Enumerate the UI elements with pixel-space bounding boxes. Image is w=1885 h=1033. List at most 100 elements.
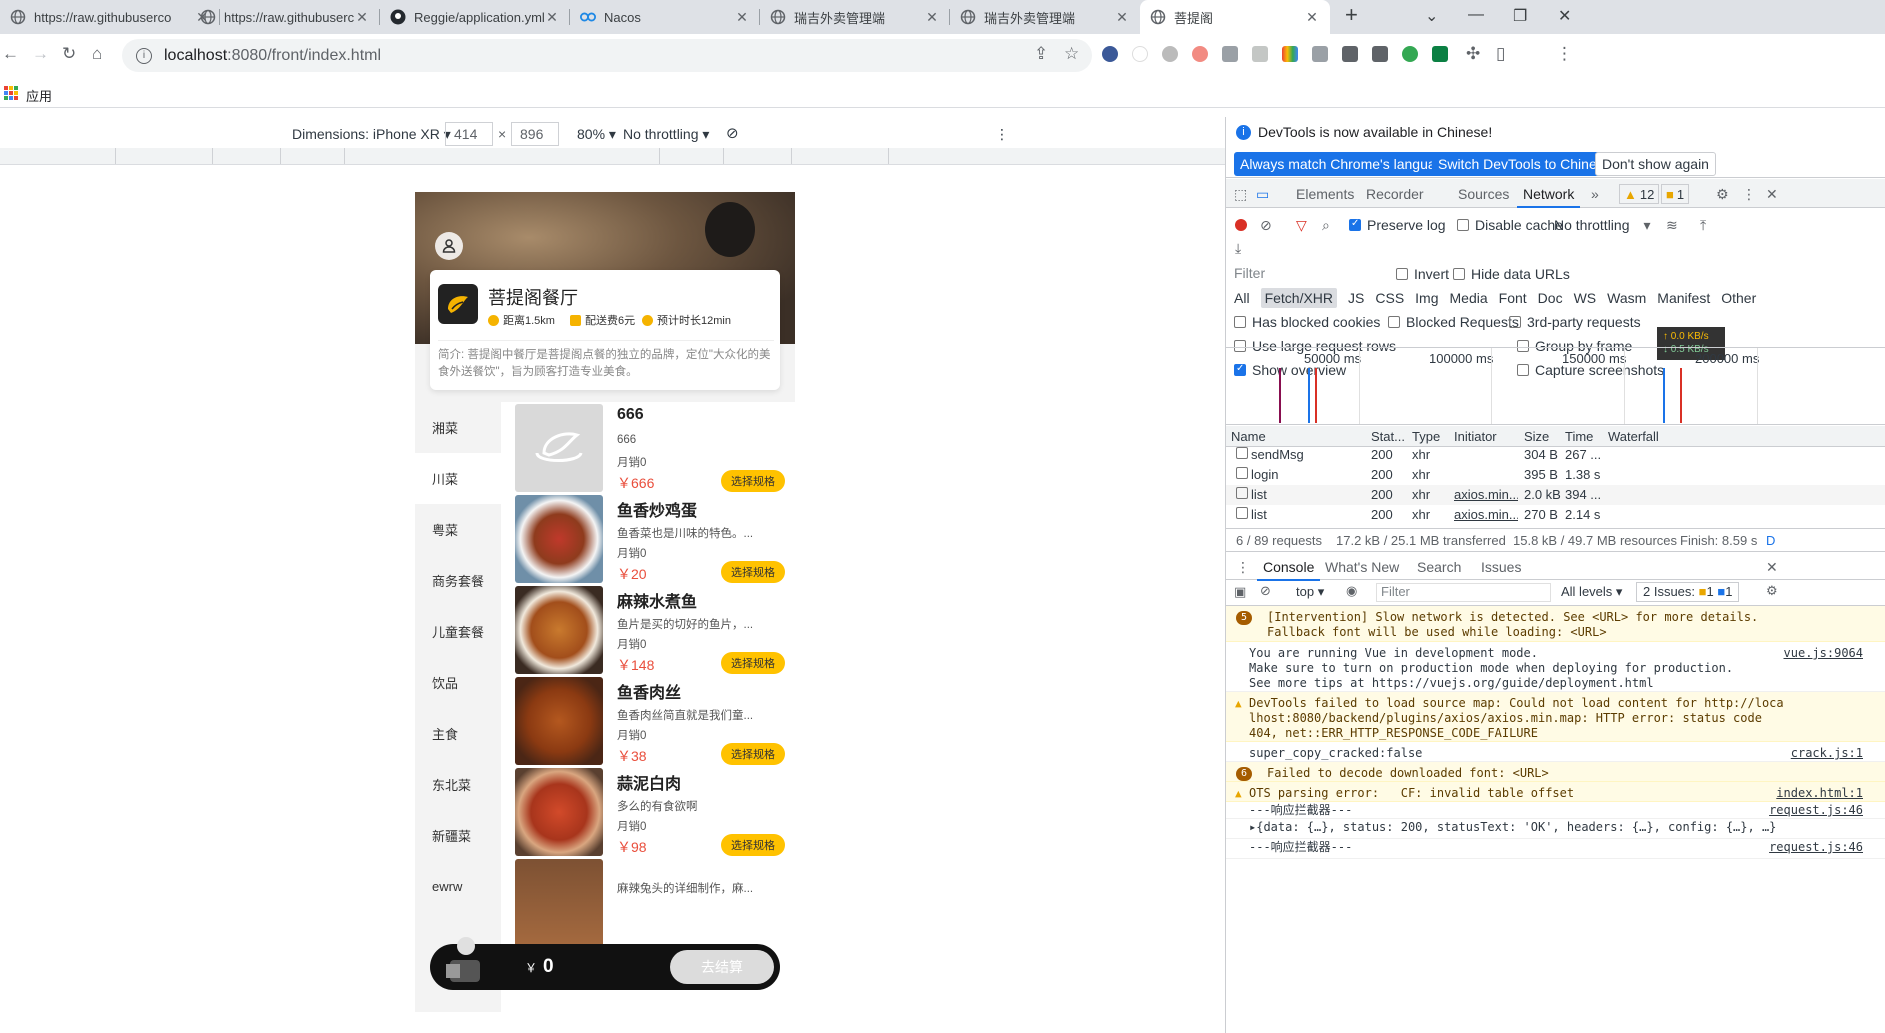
console-message-warning[interactable]: ▲ DevTools failed to load source map: Co… (1226, 692, 1885, 742)
new-tab-button[interactable]: + (1345, 2, 1358, 28)
tab-network[interactable]: Network (1516, 186, 1581, 208)
type-filter[interactable]: CSS (1375, 290, 1404, 306)
column-header[interactable]: Time (1565, 429, 1593, 444)
side-panel-icon[interactable]: ▯ (1496, 44, 1505, 64)
device-height-input[interactable]: 896 (511, 122, 559, 146)
close-icon[interactable]: ✕ (924, 9, 940, 26)
column-header[interactable]: Type (1412, 429, 1440, 444)
settings-gear-icon[interactable]: ⚙ (1716, 186, 1729, 203)
more-tabs-icon[interactable]: » (1591, 186, 1599, 202)
vue-devtools-icon[interactable] (1432, 46, 1448, 62)
rotate-icon[interactable]: ⊘ (726, 124, 739, 142)
extension-icon[interactable] (1342, 46, 1358, 62)
category-item[interactable]: ewrw (415, 861, 501, 912)
select-spec-button[interactable]: 选择规格 (721, 652, 785, 674)
source-link[interactable]: vue.js:9064 (1784, 646, 1863, 661)
site-info-icon[interactable]: i (136, 47, 152, 64)
clear-icon[interactable]: ⊘ (1260, 217, 1272, 234)
select-spec-button[interactable]: 选择规格 (721, 561, 785, 583)
browser-tab[interactable]: https://raw.githubuserco ✕ (0, 0, 220, 34)
dish-item[interactable]: 蒜泥白肉 多么的有食欲啊 月销0 ￥98 选择规格 (515, 768, 785, 856)
browser-tab-active[interactable]: 菩提阁 ✕ (1140, 0, 1330, 34)
type-filter[interactable]: Doc (1538, 290, 1563, 306)
window-close-icon[interactable]: ✕ (1558, 6, 1571, 26)
extension-icon[interactable] (1222, 46, 1238, 62)
category-item[interactable]: 儿童套餐 (415, 606, 501, 657)
type-filter[interactable]: Wasm (1607, 290, 1646, 306)
tab-search[interactable]: Search (1417, 559, 1461, 575)
third-party-checkbox[interactable]: 3rd-party requests (1509, 314, 1641, 330)
cart-icon[interactable] (442, 932, 486, 988)
type-filter[interactable]: Manifest (1657, 290, 1710, 306)
type-filter[interactable]: Font (1499, 290, 1527, 306)
filter-funnel-icon[interactable]: ▽ (1296, 217, 1307, 234)
category-item[interactable]: 主食 (415, 708, 501, 759)
dont-show-button[interactable]: Don't show again (1595, 152, 1716, 176)
close-icon[interactable]: ✕ (734, 9, 750, 26)
extension-icon[interactable] (1102, 46, 1118, 62)
devtools-menu-icon[interactable]: ⋮ (1742, 186, 1756, 203)
switch-chinese-button[interactable]: Switch DevTools to Chinese (1432, 152, 1618, 176)
match-language-button[interactable]: Always match Chrome's language (1234, 152, 1458, 176)
extension-icon[interactable] (1402, 46, 1418, 62)
inspect-icon[interactable]: ⬚ (1234, 186, 1247, 203)
tab-issues[interactable]: Issues (1481, 559, 1521, 575)
close-icon[interactable]: ✕ (1114, 9, 1130, 26)
request-row[interactable]: list 200 xhr axios.min.... 2.0 kB 394 ... (1226, 485, 1885, 505)
preserve-log-checkbox[interactable]: Preserve log (1349, 217, 1446, 233)
sidebar-toggle-icon[interactable]: ▣ (1234, 584, 1246, 600)
tab-sources[interactable]: Sources (1458, 186, 1509, 202)
network-filter-input[interactable]: Filter (1232, 265, 1384, 284)
source-link[interactable]: request.js:46 (1769, 803, 1863, 818)
console-settings-gear-icon[interactable]: ⚙ (1766, 583, 1778, 599)
console-message-log[interactable]: super_copy_cracked:false crack.js:1 (1226, 742, 1885, 762)
apps-grid-icon[interactable] (4, 86, 18, 100)
category-item[interactable]: 粤菜 (415, 504, 501, 555)
type-filter-selected[interactable]: Fetch/XHR (1260, 288, 1338, 308)
browser-tab[interactable]: 瑞吉外卖管理端 ✕ (950, 0, 1140, 34)
media-query-ruler[interactable] (0, 148, 1225, 165)
category-item[interactable]: 东北菜 (415, 759, 501, 810)
category-item[interactable]: 商务套餐 (415, 555, 501, 606)
request-row[interactable]: sendMsg 200 xhr 304 B 267 ... (1226, 445, 1885, 465)
type-filter[interactable]: WS (1574, 290, 1597, 306)
puzzle-icon[interactable]: ✣ (1466, 44, 1480, 64)
column-header[interactable]: Stat... (1371, 429, 1405, 444)
type-filter[interactable]: Img (1415, 290, 1438, 306)
column-header[interactable]: Name (1231, 429, 1266, 444)
dish-item[interactable]: 鱼香炒鸡蛋 鱼香菜也是川味的特色。... 月销0 ￥20 选择规格 (515, 495, 785, 583)
clear-console-icon[interactable]: ⊘ (1260, 583, 1271, 599)
column-header[interactable]: Waterfall (1608, 429, 1659, 444)
browser-tab[interactable]: Reggie/application.yml at ✕ (380, 0, 570, 34)
disable-cache-checkbox[interactable]: Disable cache (1457, 217, 1563, 233)
address-bar[interactable]: i localhost:8080/front/index.html (122, 39, 1092, 72)
extension-icon[interactable] (1312, 46, 1328, 62)
tab-elements[interactable]: Elements (1296, 186, 1354, 202)
color-picker-icon[interactable] (1282, 46, 1298, 62)
menu-kebab-icon[interactable]: ⋮ (1556, 44, 1573, 64)
bookmark-star-icon[interactable]: ☆ (1064, 44, 1079, 64)
restore-icon[interactable]: ❐ (1513, 6, 1527, 26)
dish-item[interactable]: 麻辣水煮鱼 鱼片是买的切好的鱼片，... 月销0 ￥148 选择规格 (515, 586, 785, 674)
dish-item[interactable]: 鱼香肉丝 鱼香肉丝简直就是我们童... 月销0 ￥38 选择规格 (515, 677, 785, 765)
tab-console[interactable]: Console (1256, 559, 1321, 581)
live-expression-eye-icon[interactable]: ◉ (1346, 583, 1357, 599)
warnings-badge[interactable]: ▲ 12 (1619, 184, 1660, 204)
console-filter-input[interactable]: Filter (1376, 583, 1551, 602)
device-select[interactable]: Dimensions: iPhone XR ▾ (292, 126, 451, 143)
console-message-warning[interactable]: 5 [Intervention] Slow network is detecte… (1226, 606, 1885, 642)
console-message-warning[interactable]: 6 Failed to decode downloaded font: <URL… (1226, 762, 1885, 782)
throttle-select[interactable]: No throttling ▾ (623, 126, 709, 143)
home-icon[interactable]: ⌂ (92, 44, 102, 64)
type-filter[interactable]: All (1234, 290, 1250, 306)
tab-search-chevron-icon[interactable]: ⌄ (1425, 6, 1438, 26)
devtools-close-icon[interactable]: ✕ (1766, 186, 1778, 203)
network-conditions-icon[interactable]: ≋ (1666, 217, 1678, 234)
tab-recorder[interactable]: Recorder (1366, 186, 1424, 202)
console-message-warning[interactable]: ▲ OTS parsing error: CF: invalid table o… (1226, 782, 1885, 802)
browser-tab[interactable]: Nacos ✕ (570, 0, 760, 34)
minimize-icon[interactable]: — (1468, 6, 1484, 24)
select-spec-button[interactable]: 选择规格 (721, 834, 785, 856)
console-message-log[interactable]: You are running Vue in development mode.… (1226, 642, 1885, 692)
screenshot-icon[interactable] (1252, 46, 1268, 62)
